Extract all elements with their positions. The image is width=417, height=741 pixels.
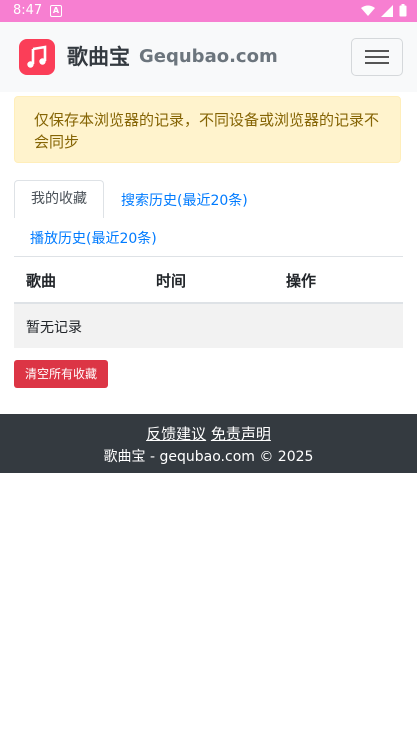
status-icons <box>361 4 407 17</box>
tab-favorites[interactable]: 我的收藏 <box>14 180 104 218</box>
status-time: 8:47 <box>13 3 43 18</box>
status-bar: 8:47 A <box>0 0 417 22</box>
footer: 反馈建议 免责声明 歌曲宝 - gequbao.com © 2025 <box>0 414 417 473</box>
column-header-time: 时间 <box>156 272 187 290</box>
wifi-icon <box>361 5 375 16</box>
disclaimer-link[interactable]: 免责声明 <box>211 425 271 443</box>
tab-search-history[interactable]: 搜索历史(最近20条) <box>121 190 248 210</box>
hamburger-icon <box>365 50 389 52</box>
column-header-song: 歌曲 <box>26 272 57 290</box>
empty-message: 暂无记录 <box>26 320 82 336</box>
sync-warning-alert: 仅保存本浏览器的记录，不同设备或浏览器的记录不会同步 <box>14 96 401 163</box>
clear-favorites-button[interactable]: 清空所有收藏 <box>14 360 108 388</box>
feedback-link[interactable]: 反馈建议 <box>146 425 206 443</box>
signal-icon <box>381 4 393 17</box>
music-note-icon <box>27 45 47 68</box>
brand-domain[interactable]: Gequbao.com <box>139 46 278 67</box>
menu-toggle-button[interactable] <box>351 38 403 76</box>
table-row: 暂无记录 <box>14 304 403 348</box>
footer-links: 反馈建议 免责声明 <box>0 423 417 444</box>
column-header-action: 操作 <box>286 272 317 290</box>
logo[interactable] <box>19 39 55 75</box>
navbar: 歌曲宝 Gequbao.com <box>0 22 417 92</box>
notification-icon: A <box>50 5 62 17</box>
copyright-text: 歌曲宝 - gequbao.com © 2025 <box>103 449 314 465</box>
brand-name[interactable]: 歌曲宝 <box>67 41 130 71</box>
tabs-divider <box>14 256 403 257</box>
tab-play-history[interactable]: 播放历史(最近20条) <box>30 228 157 248</box>
battery-icon <box>399 4 407 17</box>
